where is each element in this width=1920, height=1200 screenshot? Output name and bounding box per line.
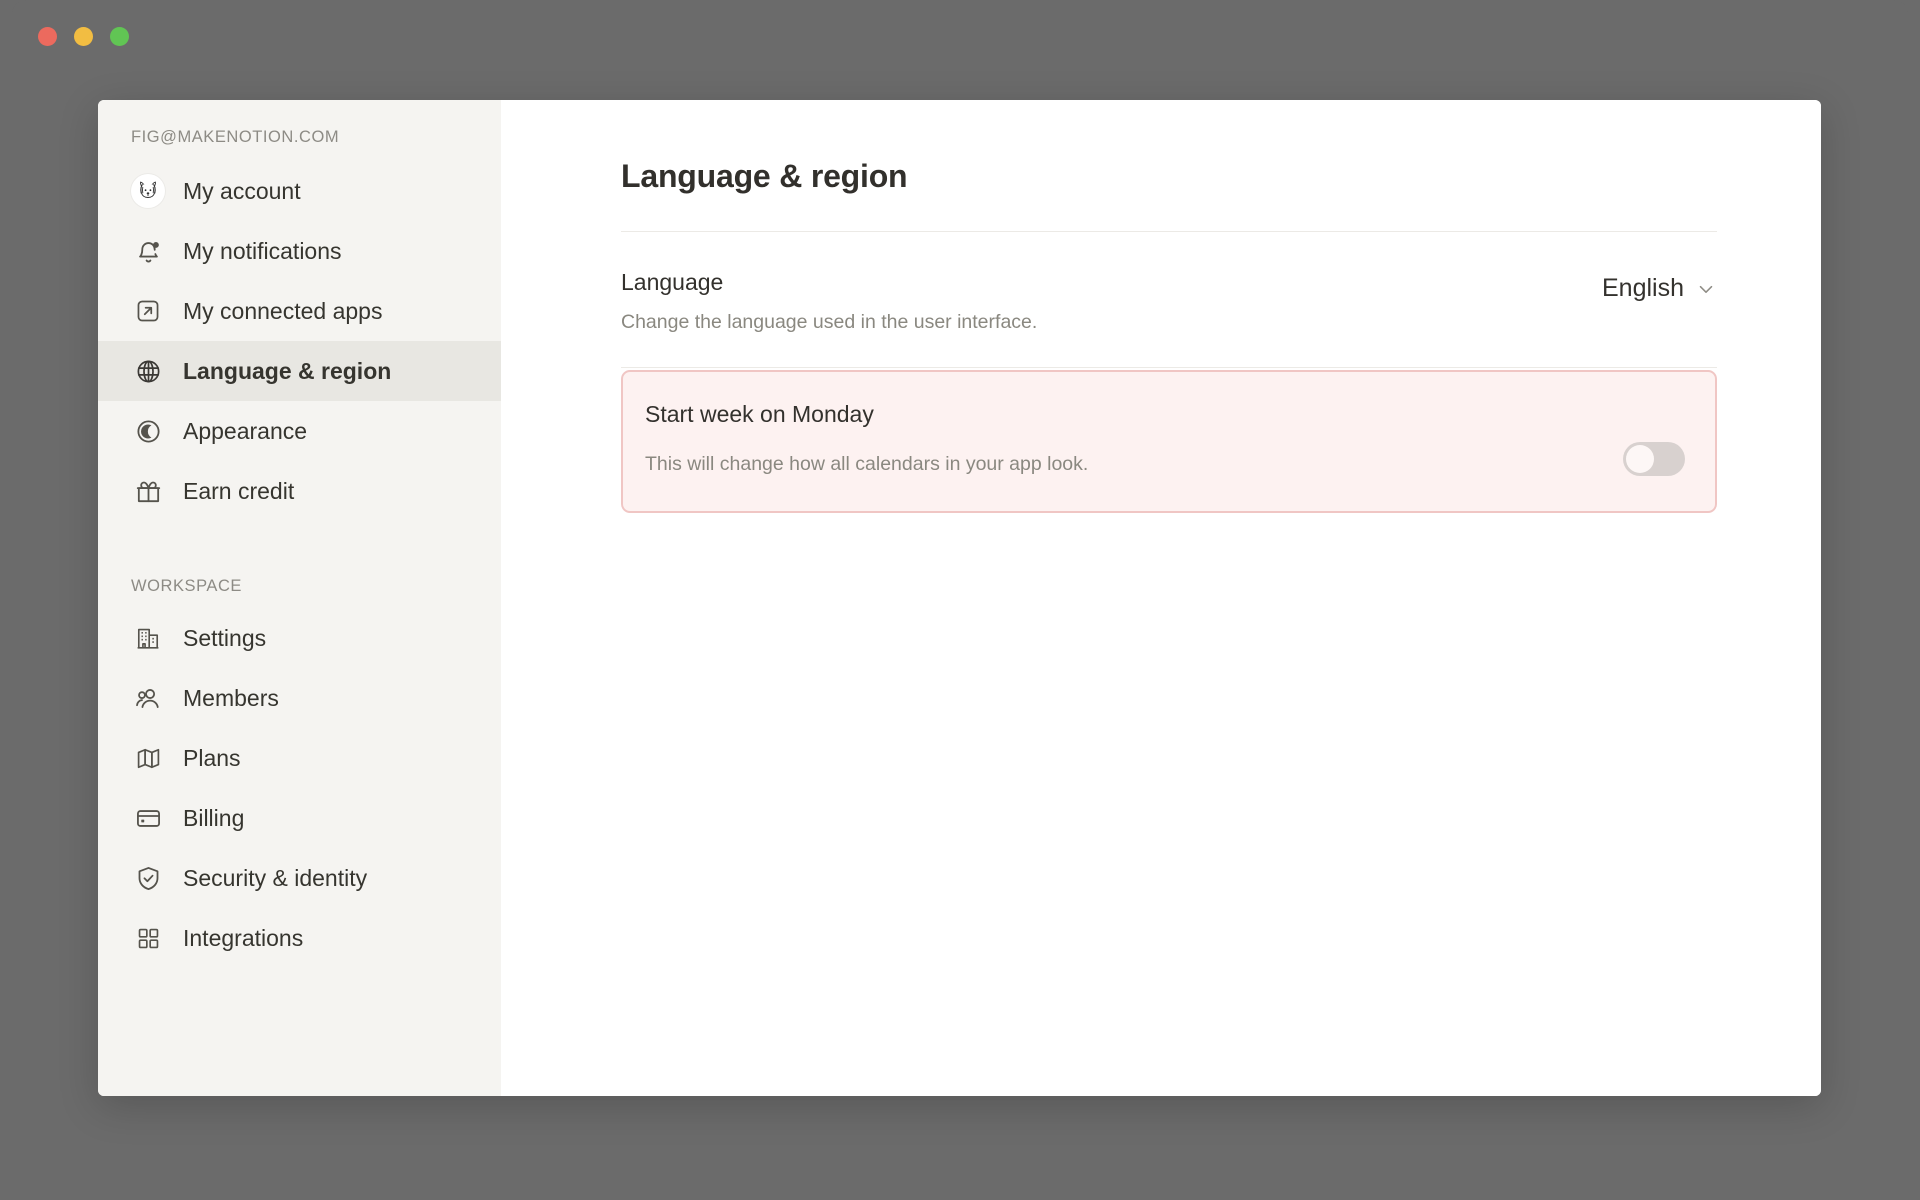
sidebar-item-billing[interactable]: Billing <box>98 788 501 848</box>
bell-icon <box>131 234 165 268</box>
language-setting-row: Language Change the language used in the… <box>621 232 1717 367</box>
gift-icon <box>131 474 165 508</box>
maximize-window-button[interactable] <box>110 27 129 46</box>
start-week-toggle-wrapper <box>1623 400 1685 476</box>
language-dropdown-value: English <box>1602 274 1684 303</box>
start-week-setting-title: Start week on Monday <box>645 400 1088 429</box>
sidebar-account-heading: FIG@MAKENOTION.COM <box>98 128 501 147</box>
section-divider-2 <box>621 367 1717 368</box>
sidebar-item-integrations[interactable]: Integrations <box>98 908 501 968</box>
sidebar-item-settings[interactable]: Settings <box>98 608 501 668</box>
page-title: Language & region <box>621 158 1717 195</box>
sidebar-item-label: Language & region <box>183 360 391 383</box>
desktop-background: FIG@MAKENOTION.COM <box>0 0 1920 1200</box>
sidebar-item-security-and-identity[interactable]: Security & identity <box>98 848 501 908</box>
sidebar-item-label: Integrations <box>183 927 303 950</box>
grid-icon <box>131 921 165 955</box>
settings-sidebar: FIG@MAKENOTION.COM <box>98 100 501 1096</box>
sidebar-item-members[interactable]: Members <box>98 668 501 728</box>
sidebar-item-my-connected-apps[interactable]: My connected apps <box>98 281 501 341</box>
avatar <box>131 174 165 208</box>
building-icon <box>131 621 165 655</box>
avatar-icon <box>131 174 165 208</box>
people-icon <box>131 681 165 715</box>
sidebar-item-plans[interactable]: Plans <box>98 728 501 788</box>
start-week-setting-card: Start week on Monday This will change ho… <box>621 370 1717 513</box>
external-link-icon <box>131 294 165 328</box>
sidebar-item-appearance[interactable]: Appearance <box>98 401 501 461</box>
start-week-setting-description: This will change how all calendars in yo… <box>645 451 1088 477</box>
moon-icon <box>131 414 165 448</box>
minimize-window-button[interactable] <box>74 27 93 46</box>
language-setting-title: Language <box>621 268 1037 297</box>
sidebar-item-label: Members <box>183 687 279 710</box>
sidebar-item-my-account[interactable]: My account <box>98 161 501 221</box>
shield-check-icon <box>131 861 165 895</box>
language-dropdown[interactable]: English <box>1602 274 1717 303</box>
sidebar-item-my-notifications[interactable]: My notifications <box>98 221 501 281</box>
start-week-setting-text: Start week on Monday This will change ho… <box>645 400 1088 477</box>
chevron-down-icon <box>1695 278 1717 300</box>
sidebar-item-label: Settings <box>183 627 266 650</box>
sidebar-item-label: My account <box>183 180 301 203</box>
sidebar-item-label: My notifications <box>183 240 342 263</box>
sidebar-item-earn-credit[interactable]: Earn credit <box>98 461 501 521</box>
sidebar-item-label: Billing <box>183 807 244 830</box>
sidebar-item-label: Earn credit <box>183 480 294 503</box>
creditcard-icon <box>131 801 165 835</box>
traffic-lights <box>38 27 129 46</box>
sidebar-item-label: Security & identity <box>183 867 367 890</box>
sidebar-item-language-and-region[interactable]: Language & region <box>98 341 501 401</box>
sidebar-item-label: My connected apps <box>183 300 382 323</box>
settings-window: FIG@MAKENOTION.COM <box>98 100 1821 1096</box>
settings-main-content: Language & region Language Change the la… <box>501 100 1821 1096</box>
sidebar-workspace-heading: WORKSPACE <box>98 577 501 596</box>
window-titlebar <box>12 0 1908 56</box>
sidebar-item-label: Plans <box>183 747 241 770</box>
language-setting-text: Language Change the language used in the… <box>621 268 1037 335</box>
map-icon <box>131 741 165 775</box>
start-week-toggle[interactable] <box>1623 442 1685 476</box>
toggle-knob <box>1626 445 1654 473</box>
close-window-button[interactable] <box>38 27 57 46</box>
globe-icon <box>131 354 165 388</box>
language-setting-description: Change the language used in the user int… <box>621 309 1037 335</box>
sidebar-item-label: Appearance <box>183 420 307 443</box>
